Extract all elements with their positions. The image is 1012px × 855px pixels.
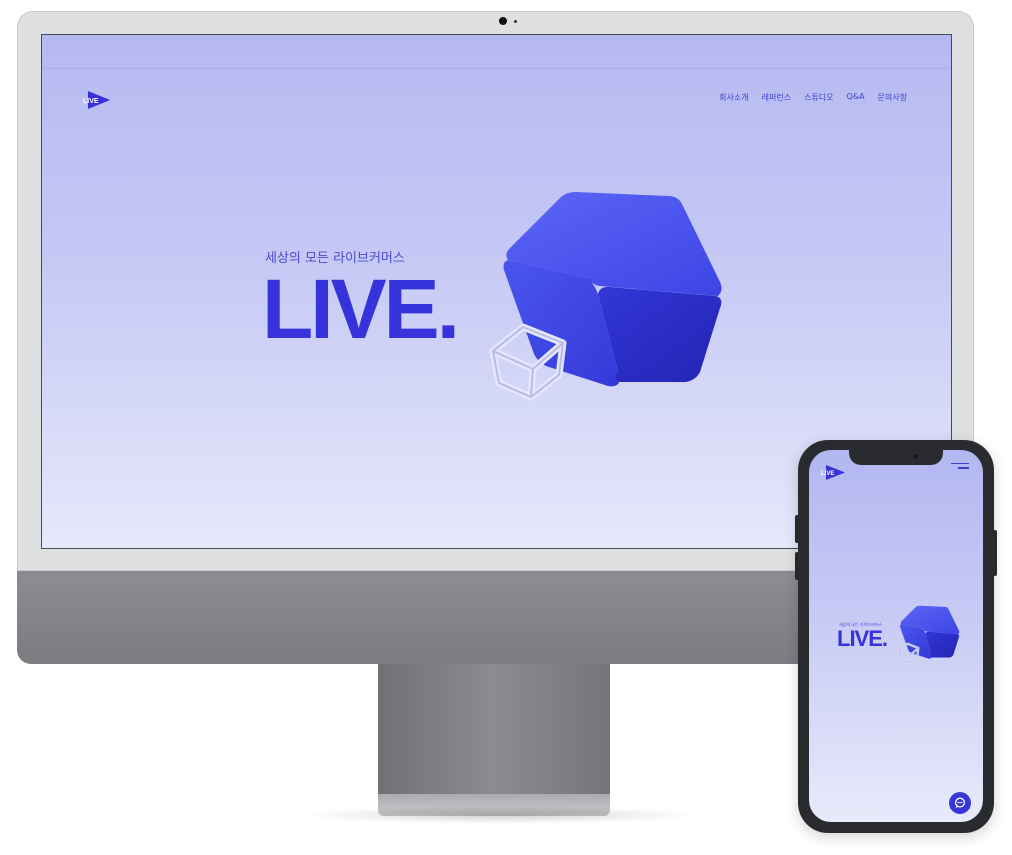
mobile-wireframe-cube-illustration bbox=[897, 642, 920, 668]
main-nav: 회사소개 레퍼런스 스튜디오 Q&A 문의사항 bbox=[719, 92, 907, 103]
nav-item-contact[interactable]: 문의사항 bbox=[878, 92, 907, 103]
svg-text:LIVE: LIVE bbox=[83, 98, 99, 105]
hamburger-menu-icon[interactable] bbox=[951, 463, 969, 473]
chat-button[interactable] bbox=[949, 792, 971, 814]
svg-text:LIVE: LIVE bbox=[821, 471, 834, 477]
nav-item-qa[interactable]: Q&A bbox=[847, 92, 865, 103]
imac-shadow bbox=[300, 806, 700, 824]
camera-icon bbox=[499, 17, 507, 25]
front-camera-icon bbox=[913, 454, 918, 459]
mobile-hero-headline: LIVE. bbox=[837, 626, 888, 651]
phone-notch bbox=[849, 450, 943, 465]
wireframe-cube-illustration bbox=[485, 321, 569, 405]
mobile-screen: LIVE 세상의 모든 라이브커머스 LIVE. bbox=[809, 450, 983, 822]
hero-headline: LIVE. bbox=[262, 262, 460, 356]
nav-item-studio[interactable]: 스튜디오 bbox=[804, 92, 833, 103]
nav-item-reference[interactable]: 레퍼런스 bbox=[762, 92, 791, 103]
camera-sensor bbox=[514, 20, 517, 23]
chat-bubble-icon bbox=[954, 797, 966, 808]
imac-stand-neck bbox=[378, 664, 610, 794]
site-logo[interactable]: LIVE bbox=[82, 89, 112, 115]
header-divider bbox=[42, 68, 951, 69]
nav-item-about[interactable]: 회사소개 bbox=[719, 92, 748, 103]
mobile-site-logo[interactable]: LIVE bbox=[821, 464, 847, 485]
